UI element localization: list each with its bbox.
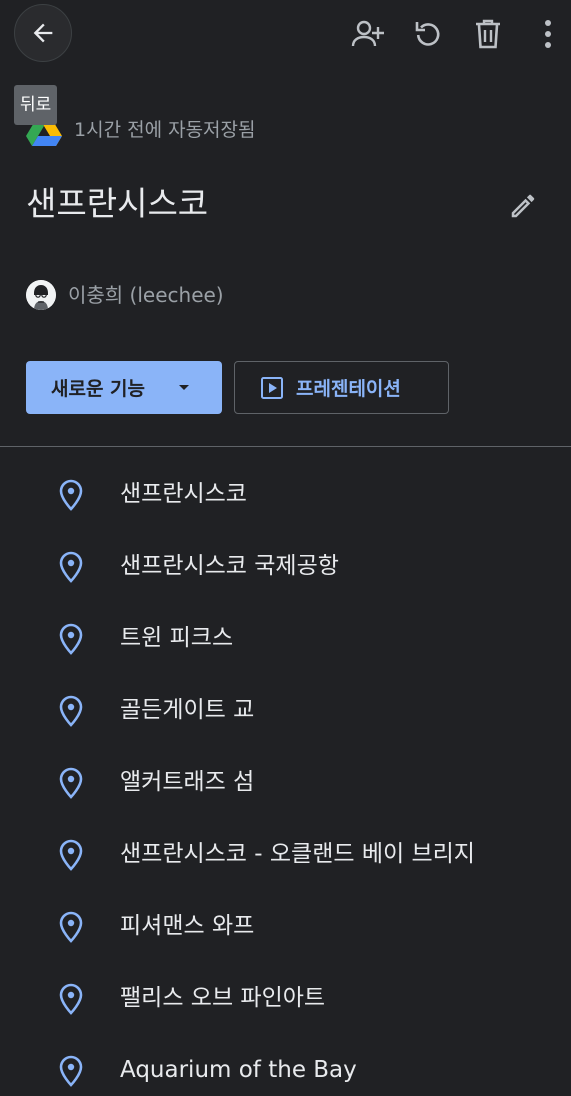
place-pin-icon <box>59 479 83 511</box>
refresh-button[interactable] <box>408 12 448 56</box>
refresh-icon <box>415 22 440 46</box>
place-pin-icon <box>59 695 83 727</box>
place-name: 샌프란시스코 - 오클랜드 베이 브리지 <box>120 841 475 867</box>
presentation-label: 프레젠테이션 <box>296 378 401 400</box>
add-person-icon <box>351 20 384 47</box>
list-item[interactable]: Aquarium of the Bay <box>0 1033 571 1096</box>
pencil-icon <box>511 194 535 218</box>
place-name: 샌프란시스코 국제공항 <box>120 553 339 579</box>
list-item[interactable]: 샌프란시스코 국제공항 <box>0 529 571 601</box>
back-tooltip: 뒤로 <box>14 85 58 125</box>
place-pin-icon <box>59 767 83 799</box>
list-item[interactable]: 골든게이트 교 <box>0 673 571 745</box>
place-name: 앨커트래즈 섬 <box>120 769 255 795</box>
new-feature-button[interactable]: 새로운 기능 <box>26 361 222 414</box>
place-pin-icon <box>59 911 83 943</box>
delete-button[interactable] <box>468 12 508 56</box>
place-name: 피셔맨스 와프 <box>120 913 255 939</box>
places-list: 샌프란시스코 샌프란시스코 국제공항 트윈 피크스 골든게이트 교 앨커트래즈 … <box>0 457 571 1096</box>
new-feature-label: 새로운 기능 <box>51 378 146 400</box>
list-item[interactable]: 앨커트래즈 섬 <box>0 745 571 817</box>
edit-title-button[interactable] <box>505 188 541 224</box>
place-pin-icon <box>59 839 83 871</box>
list-item[interactable]: 샌프란시스코 - 오클랜드 베이 브리지 <box>0 817 571 889</box>
place-pin-icon <box>59 623 83 655</box>
place-name: Aquarium of the Bay <box>120 1057 357 1083</box>
map-title: 샌프란시스코 <box>26 184 209 223</box>
more-options-button[interactable] <box>528 12 568 56</box>
place-name: 트윈 피크스 <box>120 625 234 651</box>
play-icon <box>260 376 284 400</box>
back-button[interactable] <box>14 4 72 62</box>
more-vert-icon <box>545 20 551 48</box>
place-pin-icon <box>59 551 83 583</box>
back-arrow-icon <box>33 23 53 43</box>
share-button[interactable] <box>348 12 388 56</box>
list-item[interactable]: 샌프란시스코 <box>0 457 571 529</box>
trash-icon <box>476 19 500 49</box>
chevron-down-icon <box>179 385 189 390</box>
map-details-panel: 뒤로 1시간 전에 자동저장됨 샌프란시스코 이충희 (leechee) 새로운… <box>0 0 571 1096</box>
list-item[interactable]: 팰리스 오브 파인아트 <box>0 961 571 1033</box>
presentation-button[interactable]: 프레젠테이션 <box>234 361 449 414</box>
list-item[interactable]: 피셔맨스 와프 <box>0 889 571 961</box>
place-pin-icon <box>59 983 83 1015</box>
divider <box>0 446 571 447</box>
owner-name: 이충희 (leechee) <box>68 283 224 307</box>
avatar <box>26 280 56 310</box>
autosave-status: 1시간 전에 자동저장됨 <box>74 119 256 141</box>
place-name: 골든게이트 교 <box>120 697 255 723</box>
place-name: 샌프란시스코 <box>120 481 247 507</box>
place-pin-icon <box>59 1055 83 1087</box>
place-name: 팰리스 오브 파인아트 <box>120 985 326 1011</box>
list-item[interactable]: 트윈 피크스 <box>0 601 571 673</box>
